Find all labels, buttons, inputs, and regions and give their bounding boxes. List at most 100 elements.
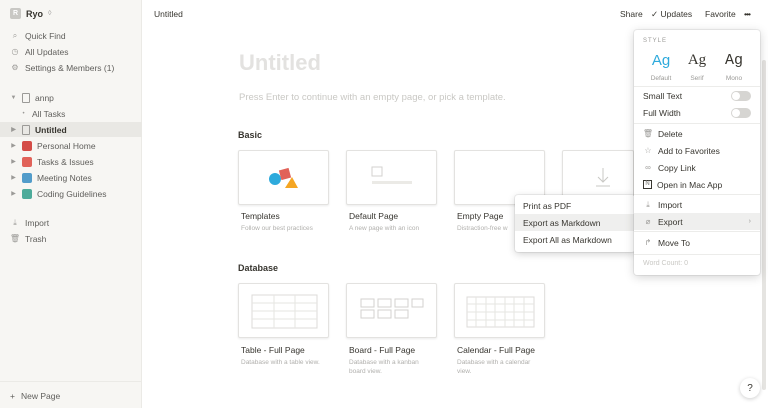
full-width-toggle[interactable] xyxy=(731,107,751,118)
sidebar-settings[interactable]: ⚙ Settings & Members (1) xyxy=(0,60,142,75)
small-text-toggle[interactable] xyxy=(731,90,751,101)
delete-item[interactable]: 🗑 Delete xyxy=(634,125,760,142)
sidebar-item-label: Personal Home xyxy=(37,140,96,151)
sidebar-item-label: All Updates xyxy=(25,46,69,57)
section-basic: Basic xyxy=(238,130,263,140)
import-item[interactable]: ⤓ Import xyxy=(634,196,760,213)
sidebar-page-coding-guidelines[interactable]: ▶ Coding Guidelines xyxy=(0,186,142,201)
sidebar-page-all-tasks[interactable]: • All Tasks xyxy=(0,106,142,121)
bullet-icon: • xyxy=(22,110,25,117)
full-width-toggle-row[interactable]: Full Width xyxy=(634,104,760,121)
word-count: Word Count: 0 xyxy=(643,260,689,267)
divider xyxy=(634,231,760,232)
updates-button[interactable]: ✓ Updates xyxy=(651,9,692,20)
font-label: Serif xyxy=(690,75,704,82)
row-label: Move To xyxy=(658,237,690,248)
row-label: Export xyxy=(658,216,683,227)
new-page-button[interactable]: + New Page xyxy=(10,391,60,401)
search-icon: ⌕ xyxy=(12,30,18,40)
workspace-switcher[interactable]: R Ryo ◊ xyxy=(10,8,51,19)
sidebar-import[interactable]: ⤓ Import xyxy=(0,215,142,230)
sidebar-trash[interactable]: 🗑 Trash xyxy=(0,231,142,246)
chevron-right-icon: › xyxy=(748,218,751,225)
sidebar-all-updates[interactable]: ◷ All Updates xyxy=(0,44,142,59)
font-label: Mono xyxy=(725,75,743,82)
table-preview xyxy=(251,294,318,329)
style-header: STYLE xyxy=(643,38,668,44)
calendar-preview xyxy=(466,296,535,328)
template-card-board[interactable] xyxy=(346,283,437,338)
toggle-closed-icon[interactable]: ▶ xyxy=(10,190,17,197)
export-item[interactable]: ⌀ Export › xyxy=(634,213,760,230)
breadcrumb[interactable]: Untitled xyxy=(154,9,183,19)
book-icon xyxy=(22,140,32,151)
divider xyxy=(634,194,760,195)
divider xyxy=(634,254,760,255)
card-title: Calendar - Full Page xyxy=(457,345,535,355)
default-page-preview xyxy=(371,166,412,184)
board-preview xyxy=(360,298,424,319)
more-options-icon[interactable]: ••• xyxy=(744,9,751,19)
card-title: Templates xyxy=(241,211,280,221)
page-icon xyxy=(22,92,30,103)
sidebar-item-label: Tasks & Issues xyxy=(37,156,94,167)
row-label: Copy Link xyxy=(658,162,696,173)
sidebar-item-label: Meeting Notes xyxy=(37,172,92,183)
divider xyxy=(634,123,760,124)
card-desc: Database with a kanban board view. xyxy=(349,359,419,375)
notion-logo-icon: N xyxy=(643,180,652,189)
toggle-closed-icon[interactable]: ▶ xyxy=(10,142,17,149)
font-default-option[interactable]: Ag Default xyxy=(644,52,678,82)
card-desc: A new page with an icon xyxy=(349,225,420,232)
row-label: Delete xyxy=(658,128,683,139)
toggle-open-icon[interactable]: ▼ xyxy=(10,95,17,101)
favorite-button[interactable]: Favorite xyxy=(705,9,736,19)
link-icon: ∞ xyxy=(645,163,651,172)
page-options-menu: STYLE Ag Default Ag Serif Ag Mono Small … xyxy=(634,30,760,275)
sidebar-page-meeting-notes[interactable]: ▶ Meeting Notes xyxy=(0,170,142,185)
trash-icon: 🗑 xyxy=(9,234,21,243)
section-database: Database xyxy=(238,263,279,273)
small-text-toggle-row[interactable]: Small Text xyxy=(634,87,760,104)
whale-icon xyxy=(22,188,32,199)
shapes-icon xyxy=(269,167,298,188)
export-submenu: Print as PDF Export as Markdown Export A… xyxy=(515,195,635,252)
card-desc: Database with a calendar view. xyxy=(457,359,531,375)
font-serif-option[interactable]: Ag Serif xyxy=(680,52,714,82)
star-icon: ☆ xyxy=(644,146,652,155)
plus-icon: + xyxy=(10,391,15,401)
sidebar-quick-find[interactable]: ⌕ Quick Find xyxy=(0,28,142,43)
font-label: Default xyxy=(650,75,672,82)
row-label: Small Text xyxy=(643,90,683,101)
toggle-closed-icon[interactable]: ▶ xyxy=(10,158,17,165)
sidebar: R Ryo ◊ ⌕ Quick Find ◷ All Updates ⚙ Set… xyxy=(0,0,142,408)
sidebar-page-untitled[interactable]: ▶ Untitled xyxy=(0,122,142,137)
template-card-templates[interactable] xyxy=(238,150,329,205)
page-title[interactable]: Untitled xyxy=(239,50,321,76)
gear-icon: ⚙ xyxy=(11,63,19,72)
trash-icon: 🗑 xyxy=(642,129,654,138)
row-label: Open in Mac App xyxy=(657,179,723,190)
template-card-table[interactable] xyxy=(238,283,329,338)
share-button[interactable]: Share xyxy=(620,9,643,19)
copy-link-item[interactable]: ∞ Copy Link xyxy=(634,159,760,176)
font-glyph: Ag xyxy=(651,52,671,69)
sidebar-page-tasks-issues[interactable]: ▶ Tasks & Issues xyxy=(0,154,142,169)
sidebar-page-annp[interactable]: ▼ annp xyxy=(0,90,142,105)
move-to-item[interactable]: ↱ Move To xyxy=(634,234,760,251)
scrollbar[interactable] xyxy=(762,60,766,390)
font-mono-option[interactable]: Ag Mono xyxy=(717,52,751,82)
open-mac-app-item[interactable]: N Open in Mac App xyxy=(634,176,760,193)
print-pdf-item[interactable]: Print as PDF xyxy=(515,197,635,214)
card-title: Board - Full Page xyxy=(349,345,416,355)
sidebar-page-personal-home[interactable]: ▶ Personal Home xyxy=(0,138,142,153)
help-button[interactable]: ? xyxy=(740,378,760,398)
toggle-closed-icon[interactable]: ▶ xyxy=(10,126,17,133)
template-card-calendar[interactable] xyxy=(454,283,545,338)
toggle-closed-icon[interactable]: ▶ xyxy=(10,174,17,181)
export-all-markdown-item[interactable]: Export All as Markdown xyxy=(515,231,635,248)
export-markdown-item[interactable]: Export as Markdown xyxy=(515,214,635,231)
template-card-default[interactable] xyxy=(346,150,437,205)
add-favorites-item[interactable]: ☆ Add to Favorites xyxy=(634,142,760,159)
chevron-updown-icon: ◊ xyxy=(48,10,52,17)
